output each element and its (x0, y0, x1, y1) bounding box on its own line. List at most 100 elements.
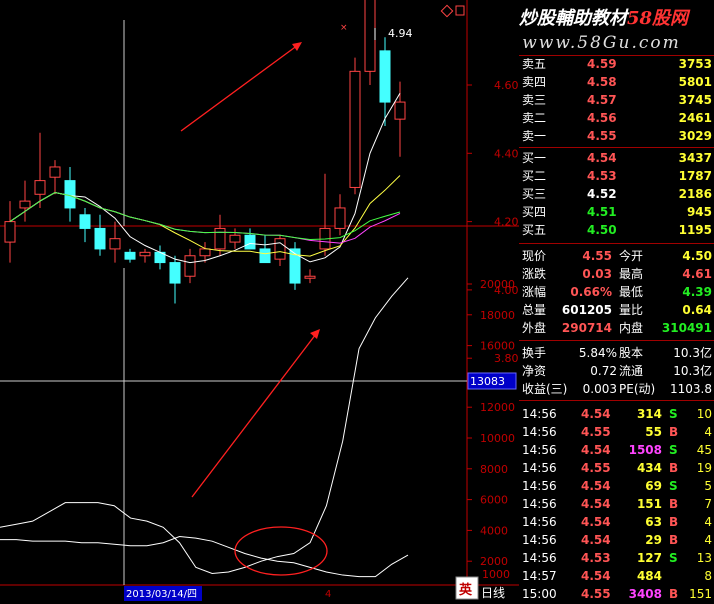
chart-area[interactable]: 2013/03/14/四 4 英日线 4.604.404.204.003.804.9… (0, 0, 519, 604)
candle-body (259, 248, 271, 264)
bid-row: 买三 4.52 2186 (519, 185, 714, 203)
y-tick-label: 4.40 (494, 147, 519, 160)
ask-row: 卖三 4.57 3745 (519, 91, 714, 109)
stat-label: 总量 (522, 303, 547, 317)
stat-value: 0.64 (682, 303, 712, 317)
ask-label: 卖一 (522, 129, 547, 143)
candlestick-chart: 4.604.404.204.003.804.94× (4, 0, 519, 365)
stat-value: 290714 (561, 321, 612, 335)
bid-volume: 945 (686, 205, 712, 219)
bid-volume: 1195 (678, 223, 712, 237)
bid-row: 买五 4.50 1195 (519, 221, 714, 239)
tick-volume: 127 (636, 551, 662, 565)
stat-value: 310491 (661, 321, 712, 335)
stat-row: 涨跌 0.03 最高 4.61 (519, 265, 714, 283)
candle-body (334, 207, 346, 229)
fund-value: 0.72 (590, 364, 617, 378)
tick-side: B (669, 497, 679, 511)
tick-volume: 69 (645, 479, 662, 493)
y-tick-label: 12000 (480, 401, 515, 414)
candle-body (169, 262, 181, 284)
stat-row: 总量 601205 量比 0.64 (519, 301, 714, 319)
highlight-ellipse (234, 526, 328, 576)
tick-count: 13 (696, 551, 712, 565)
fund-label: 收益(三) (522, 382, 568, 396)
tick-side: B (669, 461, 679, 475)
tick-volume: 55 (645, 425, 662, 439)
y-tick-label: 20000 (480, 278, 515, 291)
bid-price: 4.52 (587, 187, 617, 201)
ask-volume: 3753 (678, 57, 712, 71)
fund-label: 股本 (619, 346, 644, 360)
stat-label: 今开 (619, 249, 644, 263)
cursor-value: 13083 (470, 375, 505, 388)
stat-row: 外盘 290714 内盘 310491 (519, 319, 714, 337)
ask-volume: 3745 (678, 93, 712, 107)
ask-row: 卖五 4.59 3753 (519, 55, 714, 73)
tick-count: 8 (704, 569, 712, 583)
candle-body (199, 248, 211, 257)
candle-body (4, 221, 16, 243)
bid-price: 4.51 (587, 205, 617, 219)
stat-row: 涨幅 0.66% 最低 4.39 (519, 283, 714, 301)
tick-time: 14:57 (522, 569, 557, 583)
trend-arrow (180, 44, 299, 132)
bid-price: 4.54 (587, 151, 617, 165)
panel-separator (519, 243, 714, 244)
fund-label: 净资 (522, 364, 547, 378)
fund-label: 流通 (619, 364, 644, 378)
tick-volume: 1508 (628, 443, 662, 457)
tick-side: S (669, 407, 678, 421)
fund-value: 1103.8 (670, 382, 712, 396)
fund-label: PE(动) (619, 382, 656, 396)
stat-value: 0.66% (570, 285, 612, 299)
ask-row: 卖二 4.56 2461 (519, 109, 714, 127)
tick-row: 14:56 4.54 63 B 4 (519, 513, 714, 531)
bid-row: 买一 4.54 3437 (519, 149, 714, 167)
bid-row: 买二 4.53 1787 (519, 167, 714, 185)
candle-body (109, 238, 121, 250)
candle-body (34, 180, 46, 195)
fund-value: 5.84% (578, 346, 617, 360)
tick-time: 14:56 (522, 461, 557, 475)
bid-volume: 1787 (678, 169, 712, 183)
candle-body (244, 234, 256, 250)
y-tick-label: 2000 (480, 555, 508, 568)
high-price-label: 4.94 (388, 27, 413, 40)
y-tick-label: 4.20 (494, 216, 519, 229)
tick-time: 14:56 (522, 479, 557, 493)
tick-side: S (669, 479, 678, 493)
tick-row: 14:56 4.55 55 B 4 (519, 423, 714, 441)
ask-label: 卖二 (522, 111, 547, 125)
window-icon[interactable] (455, 5, 465, 16)
tick-count: 4 (704, 515, 712, 529)
ask-price: 4.58 (587, 75, 617, 89)
tick-time: 14:56 (522, 497, 557, 511)
tick-price: 4.54 (581, 569, 611, 583)
tick-price: 4.55 (581, 587, 611, 601)
stat-label: 最低 (619, 285, 644, 299)
tick-time: 14:56 (522, 551, 557, 565)
diamond-icon[interactable] (440, 4, 454, 18)
tick-volume: 314 (636, 407, 662, 421)
y-tick-label: 4.60 (494, 79, 519, 92)
tick-row: 14:56 4.55 434 B 19 (519, 459, 714, 477)
stat-label: 量比 (619, 303, 644, 317)
y-bottom-label: 1000 (482, 568, 510, 581)
candle-body (79, 214, 91, 229)
bid-label: 买四 (522, 205, 547, 219)
candle-body (19, 200, 31, 209)
candle-body (214, 227, 226, 250)
tick-row: 14:56 4.54 69 S 5 (519, 477, 714, 495)
fund-label: 换手 (522, 346, 547, 360)
candle-body (364, 0, 376, 72)
candle-body (229, 234, 241, 243)
ask-price: 4.57 (587, 93, 617, 107)
period-label[interactable]: 日线 (481, 586, 505, 600)
fund-value: 10.3亿 (673, 346, 712, 360)
indicator-chart: 2000018000160001400012000100008000600040… (0, 277, 517, 581)
tick-time: 14:56 (522, 533, 557, 547)
stat-value: 4.55 (582, 249, 612, 263)
tick-price: 4.54 (581, 479, 611, 493)
tick-volume: 63 (645, 515, 662, 529)
